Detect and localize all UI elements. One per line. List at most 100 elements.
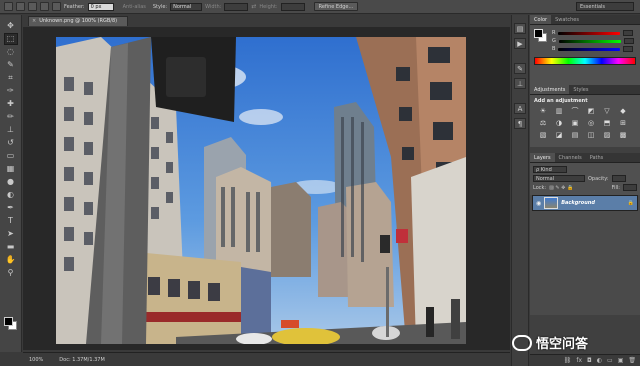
dodge-icon[interactable]: ◐ [4,189,18,201]
delete-layer-icon[interactable]: 🗑 [628,357,636,364]
history-panel-icon[interactable]: ▤ [514,23,526,34]
quick-select-icon[interactable]: ✎ [4,59,18,71]
opacity-input[interactable] [611,175,626,182]
tab-paths[interactable]: Paths [586,153,608,162]
adjustment-icon[interactable]: ◎ [586,119,596,128]
zoom-icon[interactable]: ⚲ [4,267,18,279]
layer-style-icon[interactable]: fx [576,357,582,364]
tool-preset-button[interactable] [4,2,13,11]
document-size[interactable]: Doc: 1.37M/1.37M [59,357,105,363]
tab-swatches[interactable]: Swatches [551,15,583,24]
adjustment-icon[interactable]: ▣ [570,119,580,128]
street-photo[interactable] [56,37,466,344]
new-fill-layer-icon[interactable]: ◐ [597,357,602,364]
type-icon[interactable]: T [4,215,18,227]
shape-icon[interactable]: ▬ [4,241,18,253]
eraser-icon[interactable]: ▭ [4,150,18,162]
pen-icon[interactable]: ✒ [4,202,18,214]
tab-layers[interactable]: Layers [530,153,555,162]
options-bar: Feather: 0 px Anti-alias Style: Normal W… [0,0,640,14]
adjustment-icon[interactable]: ▩ [618,131,628,140]
layer-row-background[interactable]: ◉ Background 🔒 [532,195,638,211]
blend-mode-select[interactable]: Normal [533,175,585,182]
adjustments-panel-tabs: Adjustments Styles [530,85,640,95]
actions-panel-icon[interactable]: ▶ [514,38,526,49]
zoom-level[interactable]: 100% [29,357,43,363]
adjustment-icon[interactable]: ▽ [602,107,612,116]
watermark: 悟空问答 [512,333,588,352]
intersect-selection-icon[interactable] [52,2,61,11]
swap-dimensions-icon[interactable]: ⇄ [251,3,256,10]
refine-edge-button[interactable]: Refine Edge... [313,2,359,11]
g-slider[interactable] [558,39,621,43]
history-brush-icon[interactable]: ↺ [4,137,18,149]
adjustment-icon[interactable]: ⊞ [618,119,628,128]
adjustment-icon-grid: ☀ ▥ ⌒ ◩ ▽ ◆ ⚖ ◑ ▣ ◎ ⬒ ⊞ ▧ ◪ ▤ ◫ ▨ ▩ [530,104,640,143]
width-input[interactable] [224,2,249,11]
adjustment-icon[interactable]: ◫ [586,131,596,140]
workspace-select[interactable]: Essentials [576,2,634,11]
adjustment-icon[interactable]: ◩ [586,107,596,116]
hand-icon[interactable]: ✋ [4,254,18,266]
lock-pixels-icon[interactable]: ▨ ✎ ✥ 🔒 [549,185,573,191]
tab-styles[interactable]: Styles [569,85,592,94]
layer-filter-select[interactable]: ρ Kind [533,166,567,173]
b-slider[interactable] [558,47,621,51]
new-group-icon[interactable]: ▭ [607,357,613,364]
canvas-area[interactable] [23,27,510,350]
feather-input[interactable]: 0 px [87,2,114,11]
adjustment-icon[interactable]: ⚖ [538,119,548,128]
add-selection-icon[interactable] [28,2,37,11]
adjustment-icon[interactable]: ▨ [602,131,612,140]
marquee-icon[interactable]: ⬚ [3,33,18,45]
crop-icon[interactable]: ⌗ [4,72,18,84]
adjustment-icon[interactable]: ▤ [570,131,580,140]
adjustment-icon[interactable]: ⬒ [602,119,612,128]
lasso-icon[interactable]: ◌ [4,46,18,58]
r-slider[interactable] [558,31,621,35]
path-select-icon[interactable]: ➤ [4,228,18,240]
brush-icon[interactable]: ✏ [4,111,18,123]
color-spectrum[interactable] [534,57,636,65]
photoshop-window: Feather: 0 px Anti-alias Style: Normal W… [0,0,640,366]
brush-panel-icon[interactable]: ✎ [514,63,526,74]
paragraph-panel-icon[interactable]: ¶ [514,118,526,129]
adjustment-icon[interactable]: ▧ [538,131,548,140]
adjustment-icon[interactable]: ◪ [554,131,564,140]
foreground-color-icon[interactable] [4,317,13,326]
move-icon[interactable]: ✥ [4,20,18,32]
adjustment-icon[interactable]: ☀ [538,107,548,116]
adjustment-icon[interactable]: ▥ [554,107,564,116]
eyedropper-icon[interactable]: ✑ [4,85,18,97]
layer-name[interactable]: Background [561,200,595,206]
character-panel-icon[interactable]: A [514,103,526,114]
new-layer-icon[interactable]: ▣ [618,357,624,364]
add-mask-icon[interactable]: ◘ [587,357,592,364]
document-tab[interactable]: × Unknown.png @ 100% (RGB/8) [28,16,128,26]
tab-color[interactable]: Color [530,15,552,24]
healing-brush-icon[interactable]: ✚ [4,98,18,110]
foreground-color-swatch[interactable] [534,29,543,38]
visibility-eye-icon[interactable]: ◉ [536,200,541,207]
antialias-checkbox[interactable]: Anti-alias [123,4,146,10]
height-input[interactable] [280,2,305,11]
adjustment-icon[interactable]: ◆ [618,107,628,116]
subtract-selection-icon[interactable] [40,2,49,11]
g-value[interactable] [623,38,634,44]
tab-channels[interactable]: Channels [555,153,586,162]
tab-adjustments[interactable]: Adjustments [530,85,570,94]
close-icon[interactable]: × [32,18,36,24]
adjustment-icon[interactable]: ⌒ [570,107,580,116]
b-value[interactable] [623,46,634,52]
r-value[interactable] [623,30,634,36]
adjustment-icon[interactable]: ◑ [554,119,564,128]
style-select[interactable]: Normal [170,2,203,11]
clone-stamp-icon[interactable]: ⊥ [4,124,18,136]
blur-icon[interactable]: ● [4,176,18,188]
clone-source-icon[interactable]: ⊥ [514,78,526,89]
new-selection-icon[interactable] [16,2,25,11]
link-layers-icon[interactable]: ⛓ [564,357,572,364]
width-label: Width: [205,3,222,10]
gradient-icon[interactable]: ▦ [4,163,18,175]
fill-input[interactable] [623,184,637,191]
